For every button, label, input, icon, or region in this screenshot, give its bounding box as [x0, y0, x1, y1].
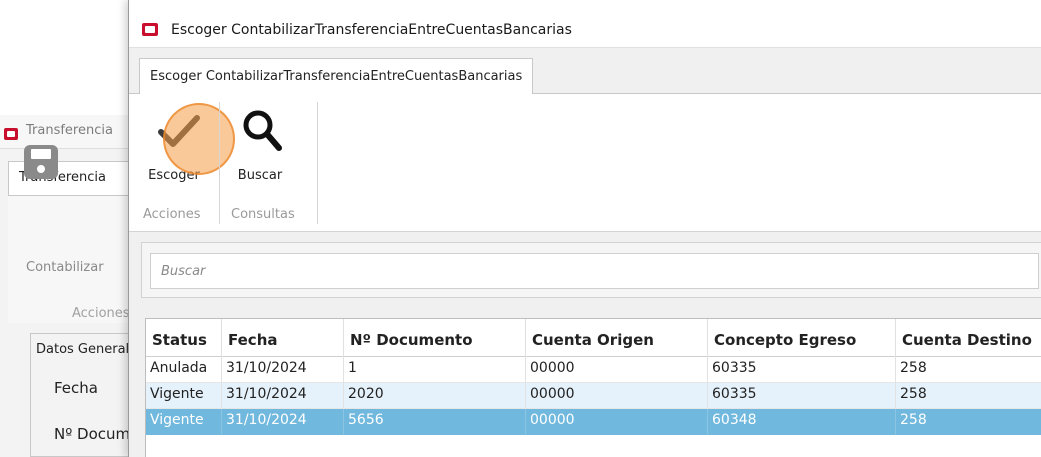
results-grid: Status Fecha Nº Documento Cuenta Origen … — [145, 318, 1041, 457]
cell-cuenta-origen: 00000 — [526, 383, 708, 409]
ribbon: Escoger Buscar Acciones Consultas — [129, 94, 1041, 232]
group-label-consultas: Consultas — [231, 207, 295, 222]
tab-escoger[interactable]: Escoger ContabilizarTransferenciaEntreCu… — [139, 58, 534, 95]
save-icon[interactable] — [22, 143, 60, 181]
cell-documento: 2020 — [344, 383, 526, 409]
table-row-selected[interactable]: Vigente 31/10/2024 5656 00000 60348 258 — [146, 409, 1041, 435]
buscar-label: Buscar — [237, 168, 283, 183]
background-window-title: Transferencia — [26, 123, 113, 138]
search-input[interactable] — [150, 253, 1039, 289]
cell-cuenta-origen: 00000 — [526, 409, 708, 435]
cell-status: Vigente — [146, 409, 222, 435]
group-separator — [317, 102, 318, 224]
app-icon — [142, 23, 158, 36]
cell-cuenta-destino: 258 — [896, 357, 1041, 383]
cell-documento: 1 — [344, 357, 526, 383]
buscar-button[interactable]: Buscar — [229, 102, 291, 186]
fecha-label: Fecha — [54, 379, 98, 397]
column-header-fecha[interactable]: Fecha — [222, 319, 344, 357]
cell-fecha: 31/10/2024 — [222, 383, 344, 409]
app-icon — [4, 128, 18, 140]
column-header-cuenta-destino[interactable]: Cuenta Destino — [896, 319, 1041, 357]
cell-documento: 5656 — [344, 409, 526, 435]
column-header-status[interactable]: Status — [146, 319, 222, 357]
cell-cuenta-destino: 258 — [896, 383, 1041, 409]
table-row[interactable]: Anulada 31/10/2024 1 00000 60335 258 — [146, 357, 1041, 383]
cell-fecha: 31/10/2024 — [222, 357, 344, 383]
search-panel — [141, 242, 1041, 298]
group-label-acciones: Acciones — [143, 207, 201, 222]
cell-cuenta-origen: 00000 — [526, 357, 708, 383]
dialog-title: Escoger ContabilizarTransferenciaEntreCu… — [171, 22, 572, 38]
escoger-dialog: Escoger ContabilizarTransferenciaEntreCu… — [128, 0, 1041, 457]
column-header-documento[interactable]: Nº Documento — [344, 319, 526, 357]
cell-concepto-egreso: 60348 — [708, 409, 896, 435]
dialog-titlebar[interactable]: Escoger ContabilizarTransferenciaEntreCu… — [129, 0, 1041, 48]
tab-strip: Escoger ContabilizarTransferenciaEntreCu… — [129, 48, 1041, 95]
grid-header: Status Fecha Nº Documento Cuenta Origen … — [146, 319, 1041, 357]
contabilizar-button-label[interactable]: Contabilizar — [26, 260, 104, 275]
cell-cuenta-destino: 258 — [896, 409, 1041, 435]
column-header-concepto-egreso[interactable]: Concepto Egreso — [708, 319, 896, 357]
cell-status: Vigente — [146, 383, 222, 409]
background-group-label: Acciones — [72, 306, 130, 321]
cell-concepto-egreso: 60335 — [708, 383, 896, 409]
cell-status: Anulada — [146, 357, 222, 383]
cell-fecha: 31/10/2024 — [222, 409, 344, 435]
cell-concepto-egreso: 60335 — [708, 357, 896, 383]
search-icon — [243, 110, 282, 151]
column-header-cuenta-origen[interactable]: Cuenta Origen — [526, 319, 708, 357]
click-highlight — [163, 103, 235, 175]
group-separator — [219, 102, 220, 224]
table-row[interactable]: Vigente 31/10/2024 2020 00000 60335 258 — [146, 383, 1041, 409]
